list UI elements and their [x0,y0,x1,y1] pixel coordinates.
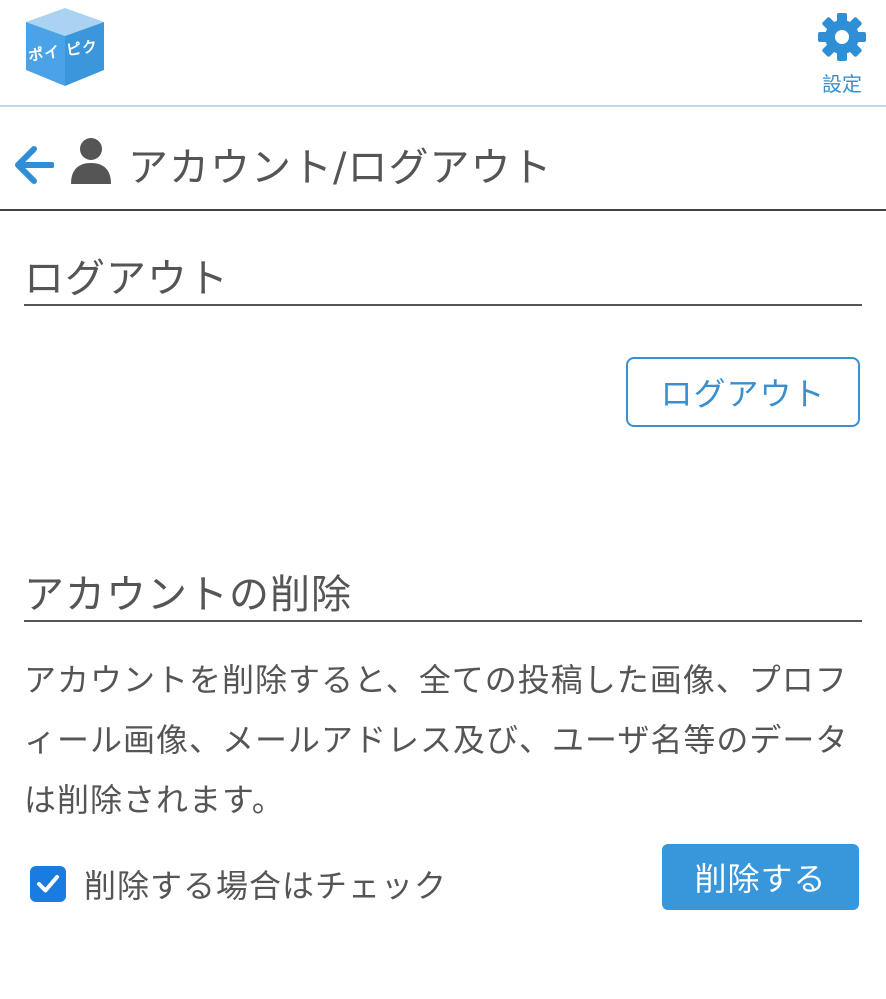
logout-button[interactable]: ログアウト [626,357,860,427]
logout-section-heading: ログアウト [24,246,862,306]
gear-icon [818,13,866,61]
delete-confirm-checkbox[interactable] [30,866,66,902]
settings-label: 設定 [822,72,862,96]
user-icon [71,138,111,184]
arrow-left-icon[interactable] [14,145,54,185]
page-header: アカウント/ログアウト [0,107,886,211]
delete-confirm-checkbox-row[interactable]: 削除する場合はチェック [30,862,447,906]
delete-account-section-heading: アカウントの削除 [24,562,862,622]
page-title: アカウント/ログアウト [128,145,553,191]
checkmark-icon [37,875,59,893]
app-logo[interactable]: ポイ ピク [22,6,108,88]
top-app-bar: ポイ ピク 設定 [0,0,886,107]
delete-account-button[interactable]: 削除する [662,844,859,910]
settings-button[interactable]: 設定 [816,12,868,96]
delete-account-description: アカウントを削除すると、全ての投稿した画像、プロフィール画像、メールアドレス及び… [24,661,849,819]
delete-confirm-label: 削除する場合はチェック [84,867,448,905]
